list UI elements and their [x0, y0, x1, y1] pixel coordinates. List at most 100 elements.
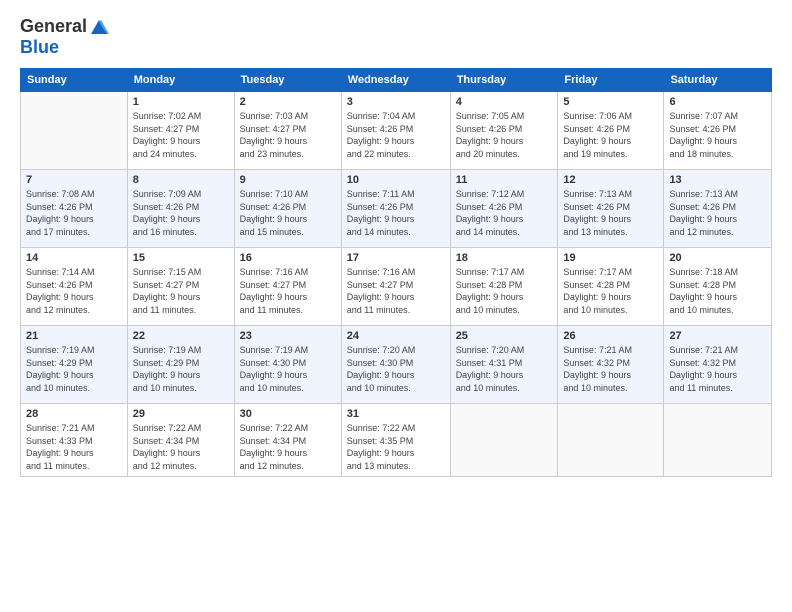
calendar-cell	[558, 404, 664, 477]
day-number: 3	[347, 96, 445, 108]
day-number: 27	[669, 330, 766, 342]
calendar-cell: 13Sunrise: 7:13 AM Sunset: 4:26 PM Dayli…	[664, 170, 772, 248]
calendar-cell: 8Sunrise: 7:09 AM Sunset: 4:26 PM Daylig…	[127, 170, 234, 248]
weekday-header-sunday: Sunday	[21, 69, 128, 92]
logo-icon	[89, 18, 109, 36]
day-info: Sunrise: 7:02 AM Sunset: 4:27 PM Dayligh…	[133, 110, 229, 160]
day-number: 12	[563, 174, 658, 186]
day-info: Sunrise: 7:10 AM Sunset: 4:26 PM Dayligh…	[240, 188, 336, 238]
day-number: 2	[240, 96, 336, 108]
day-number: 18	[456, 252, 553, 264]
day-info: Sunrise: 7:18 AM Sunset: 4:28 PM Dayligh…	[669, 266, 766, 316]
weekday-header-monday: Monday	[127, 69, 234, 92]
day-info: Sunrise: 7:17 AM Sunset: 4:28 PM Dayligh…	[563, 266, 658, 316]
day-number: 5	[563, 96, 658, 108]
day-number: 29	[133, 408, 229, 420]
day-info: Sunrise: 7:15 AM Sunset: 4:27 PM Dayligh…	[133, 266, 229, 316]
day-number: 28	[26, 408, 122, 420]
calendar-cell: 12 Sunrise: 7:13 AM Sunset: 4:26 PM Dayli…	[558, 170, 664, 248]
calendar-cell: 15 Sunrise: 7:15 AM Sunset: 4:27 PM Dayli…	[127, 248, 234, 326]
day-info: Sunrise: 7:13 AM Sunset: 4:26 PM Dayligh…	[669, 188, 766, 238]
day-number: 1	[133, 96, 229, 108]
day-info: Sunrise: 7:22 AM Sunset: 4:34 PM Dayligh…	[240, 422, 336, 472]
day-info: Sunrise: 7:22 AM Sunset: 4:34 PM Dayligh…	[133, 422, 229, 472]
calendar-cell: 24 Sunrise: 7:20 AM Sunset: 4:30 PM Dayli…	[341, 326, 450, 404]
day-info: Sunrise: 7:17 AM Sunset: 4:28 PM Dayligh…	[456, 266, 553, 316]
day-info: Sunrise: 7:11 AM Sunset: 4:26 PM Dayligh…	[347, 188, 445, 238]
calendar-cell: 29 Sunrise: 7:22 AM Sunset: 4:34 PM Dayli…	[127, 404, 234, 477]
calendar-cell: 16 Sunrise: 7:16 AM Sunset: 4:27 PM Dayli…	[234, 248, 341, 326]
calendar-cell: 26Sunrise: 7:21 AM Sunset: 4:32 PM Dayli…	[558, 326, 664, 404]
day-number: 25	[456, 330, 553, 342]
day-info: Sunrise: 7:03 AM Sunset: 4:27 PM Dayligh…	[240, 110, 336, 160]
calendar-cell: 21 Sunrise: 7:19 AM Sunset: 4:29 PM Dayli…	[21, 326, 128, 404]
calendar-cell: 31 Sunrise: 7:22 AM Sunset: 4:35 PM Dayli…	[341, 404, 450, 477]
weekday-header-friday: Friday	[558, 69, 664, 92]
calendar-cell: 18 Sunrise: 7:17 AM Sunset: 4:28 PM Dayli…	[450, 248, 558, 326]
day-info: Sunrise: 7:21 AM Sunset: 4:32 PM Dayligh…	[563, 344, 658, 394]
day-info: Sunrise: 7:16 AM Sunset: 4:27 PM Dayligh…	[347, 266, 445, 316]
day-number: 19	[563, 252, 658, 264]
calendar-cell: 22 Sunrise: 7:19 AM Sunset: 4:29 PM Dayli…	[127, 326, 234, 404]
day-info: Sunrise: 7:08 AM Sunset: 4:26 PM Dayligh…	[26, 188, 122, 238]
day-info: Sunrise: 7:19 AM Sunset: 4:30 PM Dayligh…	[240, 344, 336, 394]
day-number: 31	[347, 408, 445, 420]
calendar-cell: 23 Sunrise: 7:19 AM Sunset: 4:30 PM Dayli…	[234, 326, 341, 404]
day-info: Sunrise: 7:16 AM Sunset: 4:27 PM Dayligh…	[240, 266, 336, 316]
weekday-header-tuesday: Tuesday	[234, 69, 341, 92]
calendar-cell: 10 Sunrise: 7:11 AM Sunset: 4:26 PM Dayli…	[341, 170, 450, 248]
day-number: 11	[456, 174, 553, 186]
calendar-cell: 2 Sunrise: 7:03 AM Sunset: 4:27 PM Daylig…	[234, 92, 341, 170]
calendar-cell	[664, 404, 772, 477]
day-number: 7	[26, 174, 122, 186]
day-number: 6	[669, 96, 766, 108]
day-number: 10	[347, 174, 445, 186]
calendar-cell: 25Sunrise: 7:20 AM Sunset: 4:31 PM Dayli…	[450, 326, 558, 404]
day-info: Sunrise: 7:19 AM Sunset: 4:29 PM Dayligh…	[133, 344, 229, 394]
calendar-cell: 27 Sunrise: 7:21 AM Sunset: 4:32 PM Dayli…	[664, 326, 772, 404]
calendar-cell: 7 Sunrise: 7:08 AM Sunset: 4:26 PM Daylig…	[21, 170, 128, 248]
day-info: Sunrise: 7:13 AM Sunset: 4:26 PM Dayligh…	[563, 188, 658, 238]
calendar-cell: 14 Sunrise: 7:14 AM Sunset: 4:26 PM Dayli…	[21, 248, 128, 326]
day-number: 16	[240, 252, 336, 264]
page-header: General Blue	[20, 16, 772, 58]
day-info: Sunrise: 7:21 AM Sunset: 4:32 PM Dayligh…	[669, 344, 766, 394]
logo-general-text: General	[20, 16, 87, 37]
calendar-cell: 6 Sunrise: 7:07 AM Sunset: 4:26 PM Daylig…	[664, 92, 772, 170]
day-number: 15	[133, 252, 229, 264]
day-info: Sunrise: 7:04 AM Sunset: 4:26 PM Dayligh…	[347, 110, 445, 160]
day-info: Sunrise: 7:06 AM Sunset: 4:26 PM Dayligh…	[563, 110, 658, 160]
day-info: Sunrise: 7:07 AM Sunset: 4:26 PM Dayligh…	[669, 110, 766, 160]
day-info: Sunrise: 7:14 AM Sunset: 4:26 PM Dayligh…	[26, 266, 122, 316]
day-number: 14	[26, 252, 122, 264]
day-info: Sunrise: 7:21 AM Sunset: 4:33 PM Dayligh…	[26, 422, 122, 472]
calendar-table: SundayMondayTuesdayWednesdayThursdayFrid…	[20, 68, 772, 477]
day-number: 21	[26, 330, 122, 342]
day-info: Sunrise: 7:19 AM Sunset: 4:29 PM Dayligh…	[26, 344, 122, 394]
calendar-cell: 19 Sunrise: 7:17 AM Sunset: 4:28 PM Dayli…	[558, 248, 664, 326]
day-info: Sunrise: 7:20 AM Sunset: 4:30 PM Dayligh…	[347, 344, 445, 394]
logo: General Blue	[20, 16, 109, 58]
calendar-cell: 1 Sunrise: 7:02 AM Sunset: 4:27 PM Daylig…	[127, 92, 234, 170]
weekday-header-saturday: Saturday	[664, 69, 772, 92]
calendar-cell: 3 Sunrise: 7:04 AM Sunset: 4:26 PM Daylig…	[341, 92, 450, 170]
day-number: 30	[240, 408, 336, 420]
weekday-header-wednesday: Wednesday	[341, 69, 450, 92]
calendar-cell: 4Sunrise: 7:05 AM Sunset: 4:26 PM Daylig…	[450, 92, 558, 170]
day-number: 17	[347, 252, 445, 264]
calendar-cell: 28 Sunrise: 7:21 AM Sunset: 4:33 PM Dayli…	[21, 404, 128, 477]
day-info: Sunrise: 7:22 AM Sunset: 4:35 PM Dayligh…	[347, 422, 445, 472]
calendar-cell: 30 Sunrise: 7:22 AM Sunset: 4:34 PM Dayli…	[234, 404, 341, 477]
day-number: 24	[347, 330, 445, 342]
day-info: Sunrise: 7:12 AM Sunset: 4:26 PM Dayligh…	[456, 188, 553, 238]
calendar-cell	[450, 404, 558, 477]
logo-blue-text: Blue	[20, 37, 109, 58]
calendar-cell	[21, 92, 128, 170]
day-number: 22	[133, 330, 229, 342]
day-number: 9	[240, 174, 336, 186]
weekday-header-thursday: Thursday	[450, 69, 558, 92]
calendar-cell: 17 Sunrise: 7:16 AM Sunset: 4:27 PM Dayli…	[341, 248, 450, 326]
day-info: Sunrise: 7:05 AM Sunset: 4:26 PM Dayligh…	[456, 110, 553, 160]
calendar-cell: 9 Sunrise: 7:10 AM Sunset: 4:26 PM Daylig…	[234, 170, 341, 248]
day-number: 23	[240, 330, 336, 342]
